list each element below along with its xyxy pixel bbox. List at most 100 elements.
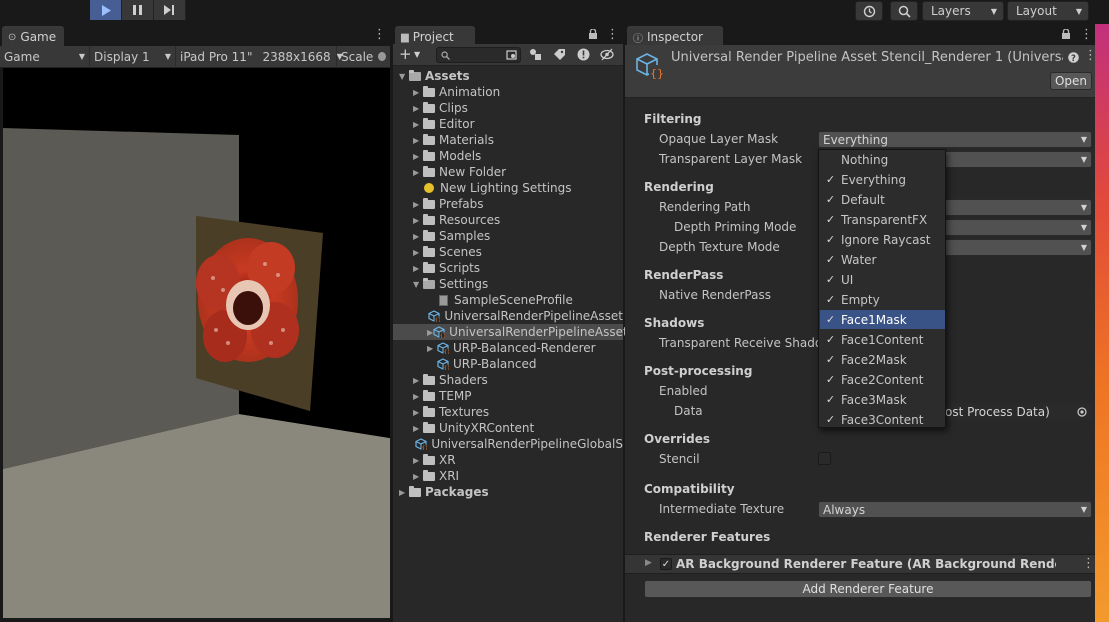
menu-item[interactable]: ✓ Water [820,250,945,269]
feature-menu-icon[interactable]: ⋮ [1082,556,1095,571]
object-picker-icon[interactable] [1077,407,1087,417]
foldout-closed-icon[interactable]: ▶ [413,408,423,417]
renderer-feature-row[interactable]: ▶ ✓ AR Background Renderer Feature (AR B… [625,554,1095,574]
foldout-closed-icon[interactable]: ▶ [413,168,423,177]
tree-item[interactable]: ▶ XRI [393,468,623,484]
layout-dropdown[interactable]: Layout ▼ [1007,1,1089,21]
menu-item[interactable]: ✓ Ignore Raycast [820,230,945,249]
foldout-open-icon[interactable]: ▼ [399,72,409,81]
tree-item[interactable]: ▶ XR [393,452,623,468]
foldout-closed-icon[interactable]: ▶ [413,232,423,241]
filter-by-type-icon[interactable] [529,48,542,61]
tree-item[interactable]: ▶ Prefabs [393,196,623,212]
menu-item[interactable]: ✓ Default [820,190,945,209]
foldout-closed-icon[interactable]: ▶ [413,152,423,161]
search-by-type-icon[interactable] [506,49,518,61]
slider-handle[interactable] [378,52,386,61]
tree-item[interactable]: ▶ Resources [393,212,623,228]
add-renderer-feature-button[interactable]: Add Renderer Feature [644,580,1092,598]
foldout-open-icon[interactable]: ▼ [413,280,423,289]
tree-item[interactable]: New Lighting Settings [393,180,623,196]
lock-icon[interactable] [589,29,597,39]
resolution-dropdown[interactable]: iPad Pro 11" 2388x1668 ▼ [176,45,343,68]
intermediate-texture-dropdown[interactable]: Always ▼ [818,501,1092,518]
tree-item[interactable]: ▼ Settings [393,276,623,292]
tree-item[interactable]: ▶ UnityXRContent [393,420,623,436]
menu-item[interactable]: ✓ Everything [820,170,945,189]
lock-icon[interactable] [1062,29,1070,39]
game-view-dropdown[interactable]: Game ▼ [0,45,90,68]
tree-item[interactable]: ▶ Animation [393,84,623,100]
opaque-layer-mask-dropdown[interactable]: Everything ▼ [818,131,1092,148]
tree-item[interactable]: ▶ Clips [393,100,623,116]
tree-item[interactable]: ▶ TEMP [393,388,623,404]
tree-item[interactable]: ▶ Scripts [393,260,623,276]
menu-item[interactable]: ✓ TransparentFX [820,210,945,229]
play-button[interactable] [90,0,122,20]
step-button[interactable] [154,0,186,20]
foldout-closed-icon[interactable]: ▶ [413,392,423,401]
foldout-closed-icon[interactable]: ▶ [413,472,423,481]
tree-item[interactable]: ▶ Models [393,148,623,164]
stencil-checkbox[interactable] [818,452,831,465]
tree-item[interactable]: ▶ Textures [393,404,623,420]
project-menu-icon[interactable]: ⋮ [606,27,619,42]
display-dropdown[interactable]: Display 1 ▼ [90,45,176,68]
tab-game[interactable]: ⊙ Game [2,26,64,46]
game-menu-icon[interactable]: ⋮ [373,27,386,42]
tree-item[interactable]: ▶ Editor [393,116,623,132]
tree-item[interactable]: ▼ Assets [393,68,623,84]
menu-item[interactable]: Nothing [820,150,945,169]
menu-item[interactable]: ✓ Face1Content [820,330,945,349]
filter-by-label-icon[interactable] [553,48,566,61]
feature-enabled-checkbox[interactable]: ✓ [660,558,672,570]
history-button[interactable] [855,1,883,21]
foldout-closed-icon[interactable]: ▶ [413,216,423,225]
foldout-closed-icon[interactable]: ▶ [413,136,423,145]
tree-item[interactable]: ▶ {} URP-Balanced-Renderer [393,340,623,356]
tree-item[interactable]: {} URP-Balanced [393,356,623,372]
menu-item[interactable]: ✓ UI [820,270,945,289]
foldout-closed-icon[interactable]: ▶ [413,88,423,97]
tree-item[interactable]: ▶ Scenes [393,244,623,260]
game-viewport[interactable] [3,68,390,618]
search-button[interactable] [890,1,918,21]
menu-item[interactable]: ✓ Face2Content [820,370,945,389]
tree-item[interactable]: ▶ Packages [393,484,623,500]
tree-item[interactable]: ▶ Samples [393,228,623,244]
foldout-closed-icon[interactable]: ▶ [413,264,423,273]
foldout-closed-icon[interactable]: ▶ [413,248,423,257]
tree-item[interactable]: SampleSceneProfile [393,292,623,308]
foldout-closed-icon[interactable]: ▶ [399,488,409,497]
hidden-packages-icon[interactable] [600,48,614,61]
tree-item[interactable]: {} UniversalRenderPipelineGlobalS [393,436,623,452]
tree-item[interactable]: {} UniversalRenderPipelineAsset [393,308,623,324]
tab-project[interactable]: ▆ Project [395,26,475,46]
foldout-closed-icon[interactable]: ▶ [413,200,423,209]
scale-slider[interactable]: Scale [337,46,390,68]
create-plus-icon[interactable]: + [399,45,412,63]
pause-button[interactable] [122,0,154,20]
tree-item[interactable]: ▶{}UniversalRenderPipelineAsset [393,324,628,340]
foldout-closed-icon[interactable]: ▶ [413,120,423,129]
menu-item[interactable]: ✓ Face2Mask [820,350,945,369]
foldout-closed-icon[interactable]: ▶ [413,424,423,433]
menu-item[interactable]: ✓ Empty [820,290,945,309]
foldout-arrow-icon[interactable]: ▶ [645,558,652,568]
tree-item[interactable]: ▶ New Folder [393,164,623,180]
help-icon[interactable]: ? [1068,52,1079,63]
menu-item[interactable]: ✓ Face3Content [820,410,945,429]
open-button[interactable]: Open [1050,72,1092,90]
header-menu-icon[interactable]: ⋮ [1084,48,1097,63]
foldout-closed-icon[interactable]: ▶ [413,456,423,465]
foldout-closed-icon[interactable]: ▶ [427,344,437,353]
layers-dropdown[interactable]: Layers ▼ [922,1,1004,21]
foldout-closed-icon[interactable]: ▶ [413,376,423,385]
chevron-down-icon[interactable]: ▼ [414,50,420,59]
log-type-icon[interactable] [577,48,590,61]
menu-item[interactable]: ✓ Face3Mask [820,390,945,409]
foldout-closed-icon[interactable]: ▶ [413,104,423,113]
tree-item[interactable]: ▶ Materials [393,132,623,148]
menu-item[interactable]: ✓ Face1Mask [820,310,945,329]
inspector-menu-icon[interactable]: ⋮ [1080,27,1093,42]
